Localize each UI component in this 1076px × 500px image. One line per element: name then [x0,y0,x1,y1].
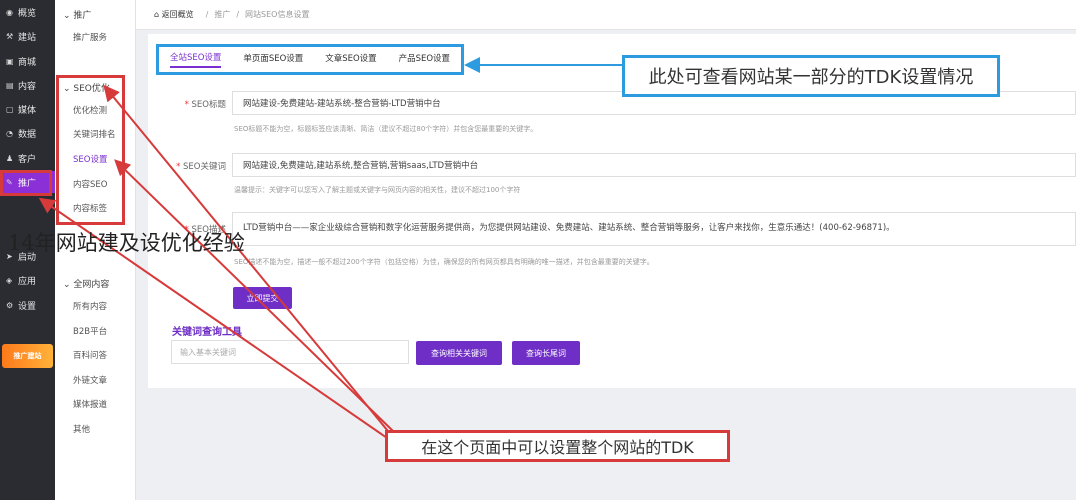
watermark-text: 14年网站建及设优化经验 [8,231,245,255]
seo-title-label: * SEO标题 [184,100,226,110]
settings-icon: ⚙ [6,300,14,310]
customer-icon: ♟ [6,153,14,163]
sidebar-item-label: 客户 [18,154,37,165]
submenu-group-web-content[interactable]: ⌄ 全网内容 [63,277,109,290]
submenu-item-media-reports[interactable]: 媒体报道 [73,398,107,410]
sidebar-item-overview[interactable]: ◉ 概览 [0,1,55,23]
sidebar-item-customer[interactable]: ♟ 客户 [0,147,55,169]
callout-top: 此处可查看网站某一部分的TDK设置情况 [622,55,1000,97]
sidebar-item-label: 数据 [18,129,37,140]
build-icon: ⚒ [6,31,14,41]
apps-icon: ◈ [6,275,13,285]
media-icon: ▢ [6,104,14,114]
sidebar-item-label: 商城 [18,57,37,68]
seo-tabs: 全站SEO设置 单页面SEO设置 文章SEO设置 产品SEO设置 [156,44,464,75]
sidebar-item-media[interactable]: ▢ 媒体 [0,98,55,120]
sidebar-item-settings[interactable]: ⚙ 设置 [0,294,55,316]
sidebar-item-label: 设置 [18,301,37,312]
sidebar-item-shop[interactable]: ▣ 商城 [0,50,55,72]
shop-icon: ▣ [6,56,14,66]
seo-description-input[interactable]: LTD营销中台——家企业级综合营销和数字化运营服务提供商，为您提供网站建设、免费… [232,212,1076,246]
eye-icon: ◉ [6,7,13,17]
home-icon: ⌂ [154,10,162,19]
submenu-item-all-content[interactable]: 所有内容 [73,300,107,312]
sidebar-item-label: 应用 [18,276,37,287]
breadcrumb: ⌂ 返回概览 / 推广 / 网站SEO信息设置 [136,0,1076,30]
data-icon: ◔ [6,128,13,138]
breadcrumb-current: 网站SEO信息设置 [245,10,310,19]
sidebar-item-label: 内容 [18,81,37,92]
keyword-tool-title: 关键词查询工具 [172,327,242,338]
tab-page-seo[interactable]: 单页面SEO设置 [243,52,303,67]
keyword-input[interactable]: 输入基本关键词 [171,340,409,364]
highlight-box-seo-menu [56,75,125,225]
submenu-item-other[interactable]: 其他 [73,423,90,435]
highlight-box-promote [0,170,52,196]
sidebar-item-label: 建站 [18,32,37,43]
promo-banner[interactable]: 推广建站 [2,344,53,368]
submenu-item-external-links[interactable]: 外链文章 [73,374,107,386]
seo-description-hint: SEO描述不能为空，描述一般不超过200个字符（包括空格）为佳，确保您的所有网页… [234,258,654,266]
seo-title-hint: SEO标题不能为空，标题标签应该清晰、简洁（建议不超过80个字符）并包含您最重要… [234,125,538,133]
submenu-group-promote[interactable]: ⌄ 推广 [63,8,91,21]
sidebar-item-label: 概览 [18,8,37,19]
content-icon: ▤ [6,80,14,90]
seo-keywords-label: * SEO关键词 [176,162,226,172]
submenu-item-promote-service[interactable]: 推广服务 [73,31,107,43]
sidebar-item-apps[interactable]: ◈ 应用 [0,269,55,291]
back-link[interactable]: ⌂ 返回概览 [154,9,194,20]
sidebar-item-content[interactable]: ▤ 内容 [0,74,55,96]
sidebar-item-build[interactable]: ⚒ 建站 [0,25,55,47]
seo-keywords-input[interactable]: 网站建设,免费建站,建站系统,整合营销,营销saas,LTD营销中台 [232,153,1076,177]
breadcrumb-separator: / [205,10,209,19]
submenu-item-qa[interactable]: 百科问答 [73,349,107,361]
sidebar-item-data[interactable]: ◔ 数据 [0,122,55,144]
tab-product-seo[interactable]: 产品SEO设置 [399,52,450,67]
submenu-item-b2b[interactable]: B2B平台 [73,325,107,337]
callout-bottom: 在这个页面中可以设置整个网站的TDK [385,430,730,462]
tab-site-seo[interactable]: 全站SEO设置 [169,51,222,68]
related-keywords-button[interactable]: 查询相关关键词 [416,341,502,365]
breadcrumb-item[interactable]: 推广 [214,9,230,20]
tab-article-seo[interactable]: 文章SEO设置 [325,52,376,67]
breadcrumb-separator: / [236,10,240,19]
longtail-keywords-button[interactable]: 查询长尾词 [512,341,580,365]
sidebar-item-label: 媒体 [18,105,37,116]
submit-button[interactable]: 立即提交 [233,287,292,309]
seo-keywords-hint: 温馨提示：关键字可以您写入了解主题或关键字与网页内容的相关性，建议不超过100个… [234,186,521,194]
